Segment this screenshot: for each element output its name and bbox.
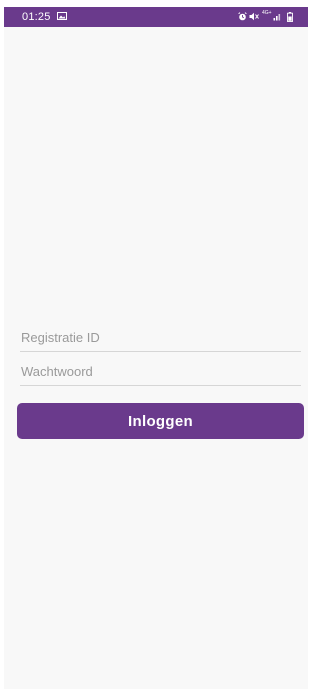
app-screen: 01:25 4G+ Registratie ID Inloggen (4, 7, 308, 689)
network-icon: 4G+ (262, 10, 272, 16)
status-bar: 01:25 4G+ (4, 7, 308, 27)
gallery-icon (57, 12, 67, 20)
mute-icon (249, 12, 259, 21)
alarm-icon (238, 12, 247, 21)
status-time: 01:25 (22, 11, 51, 23)
battery-icon (287, 12, 293, 22)
registration-id-input[interactable] (20, 325, 302, 349)
login-button[interactable]: Inloggen (17, 403, 304, 439)
password-field (20, 359, 302, 386)
registration-id-field (20, 325, 302, 352)
signal-icon (273, 12, 282, 21)
password-input[interactable] (20, 359, 302, 383)
